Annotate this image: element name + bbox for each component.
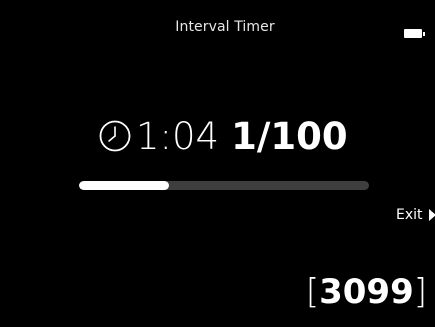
timer-readout: 1:04 1/100	[98, 112, 348, 160]
interval-count: 1/100	[231, 114, 348, 158]
code-bracket-open: [	[305, 272, 320, 312]
code-value: 3099	[319, 272, 414, 312]
code-display: [3099]	[306, 275, 427, 309]
progress-bar	[79, 181, 369, 190]
code-bracket-close: ]	[413, 272, 427, 312]
timer-screen: Interval Timer 1:04 1/100 Exit [3099]	[0, 0, 435, 327]
elapsed-time: 1:04	[136, 114, 220, 158]
battery-icon	[404, 29, 425, 38]
play-arrow-icon	[428, 209, 435, 221]
exit-button[interactable]: Exit	[396, 207, 435, 223]
exit-label: Exit	[396, 207, 423, 223]
app-title: Interval Timer	[175, 19, 275, 35]
progress-fill	[79, 181, 169, 190]
clock-icon	[99, 120, 131, 152]
